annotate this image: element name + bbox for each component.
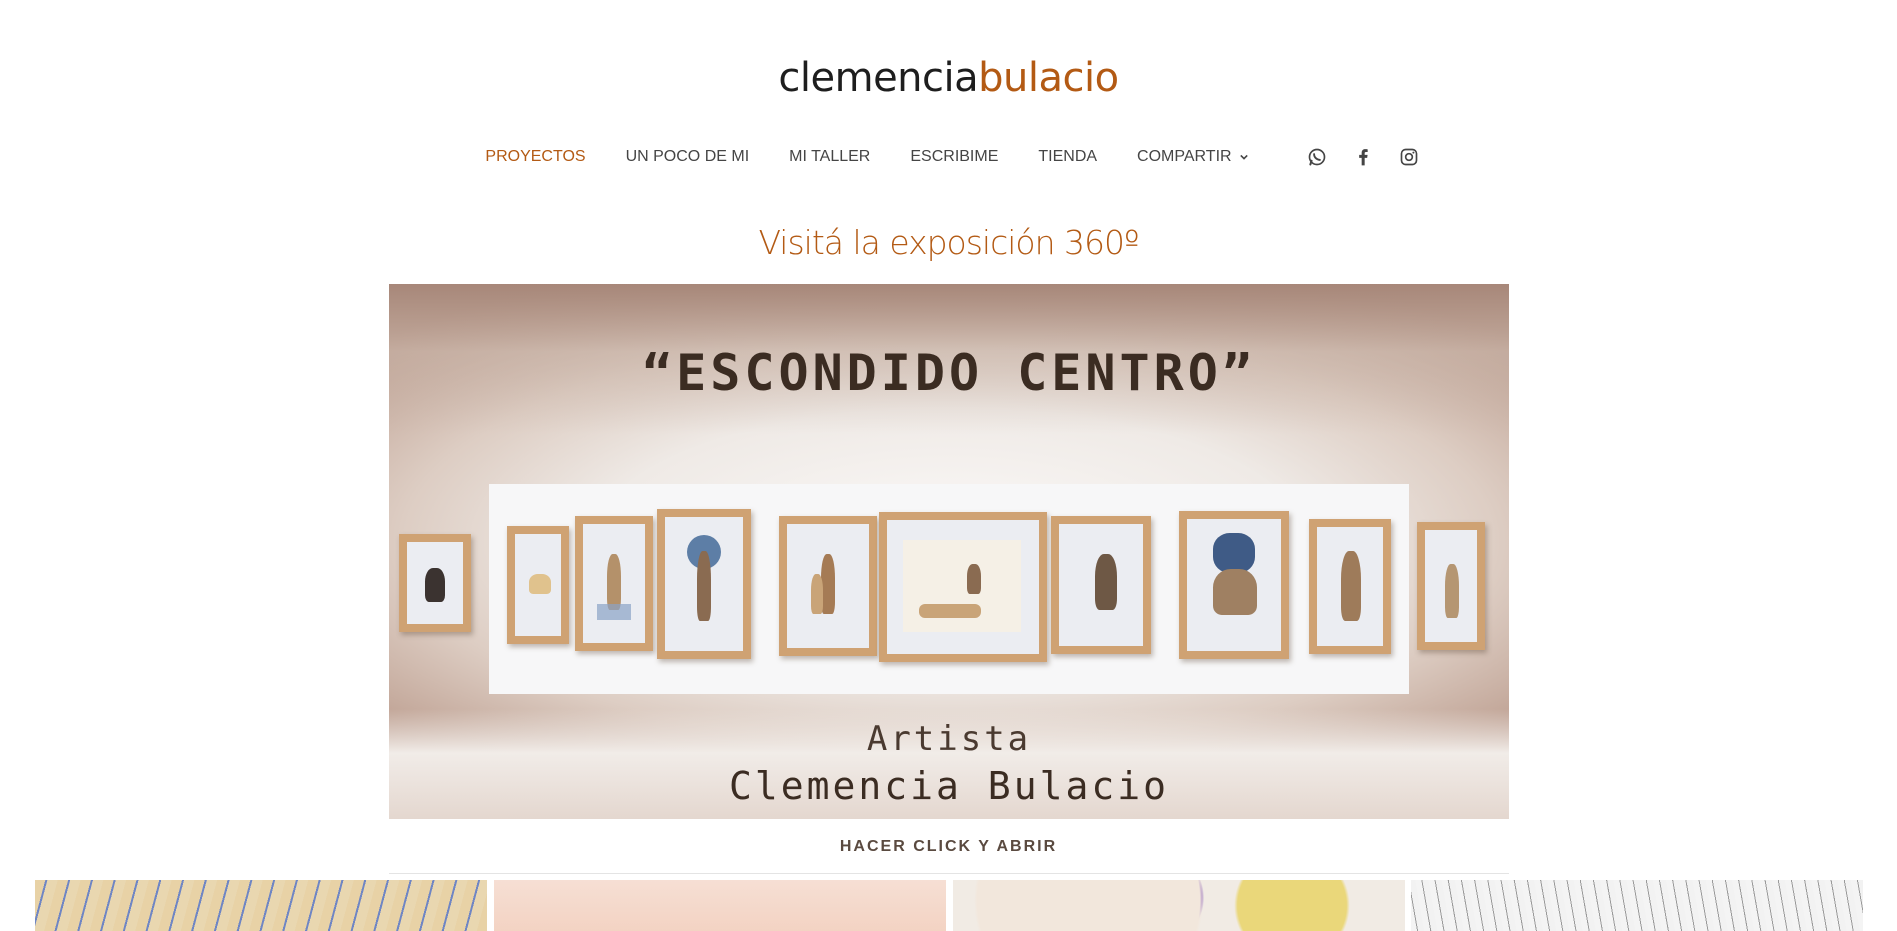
nav-item-mi-taller[interactable]: MI TALLER (789, 148, 870, 166)
exhibition-360-image[interactable]: “ESCONDIDO CENTRO” Artista Clemencia Bul… (389, 284, 1509, 819)
logo-first-name: clemencia (778, 55, 979, 101)
page-heading: Visitá la exposición 360º (758, 223, 1139, 262)
framed-artwork (575, 516, 653, 651)
main-nav: PROYECTOS UN POCO DE MI MI TALLER ESCRIB… (0, 146, 1897, 168)
facebook-icon[interactable] (1352, 146, 1374, 168)
nav-item-compartir[interactable]: COMPARTIR (1137, 148, 1248, 166)
framed-artwork (507, 526, 569, 644)
artist-label: Artista (866, 719, 1032, 759)
framed-artwork (779, 516, 877, 656)
framed-artwork (399, 534, 471, 632)
project-gallery (35, 880, 1863, 931)
gallery-thumbnail[interactable] (494, 880, 946, 931)
chevron-down-icon (1239, 154, 1248, 160)
framed-artwork (657, 509, 751, 659)
open-exhibition-button[interactable]: HACER CLICK Y ABRIR (0, 838, 1897, 856)
framed-artwork (1179, 511, 1289, 659)
exhibition-title: “ESCONDIDO CENTRO” (642, 344, 1256, 402)
nav-item-tienda[interactable]: TIENDA (1038, 148, 1097, 166)
site-logo[interactable]: clemenciabulacio (0, 58, 1897, 98)
nav-item-escribime[interactable]: ESCRIBIME (910, 148, 998, 166)
instagram-icon[interactable] (1398, 146, 1420, 168)
logo-last-name: bulacio (978, 55, 1119, 101)
framed-artwork (1051, 516, 1151, 654)
gallery-thumbnail[interactable] (1411, 880, 1863, 931)
framed-artwork (1309, 519, 1391, 654)
whatsapp-icon[interactable] (1306, 146, 1328, 168)
framed-artwork (1417, 522, 1485, 650)
framed-artwork (879, 512, 1047, 662)
artist-name: Clemencia Bulacio (729, 764, 1169, 808)
divider (389, 873, 1509, 874)
social-links (1294, 146, 1432, 168)
gallery-thumbnail[interactable] (953, 880, 1405, 931)
gallery-thumbnail[interactable] (35, 880, 487, 931)
nav-item-un-poco-de-mi[interactable]: UN POCO DE MI (626, 148, 750, 166)
nav-item-proyectos[interactable]: PROYECTOS (485, 148, 585, 166)
